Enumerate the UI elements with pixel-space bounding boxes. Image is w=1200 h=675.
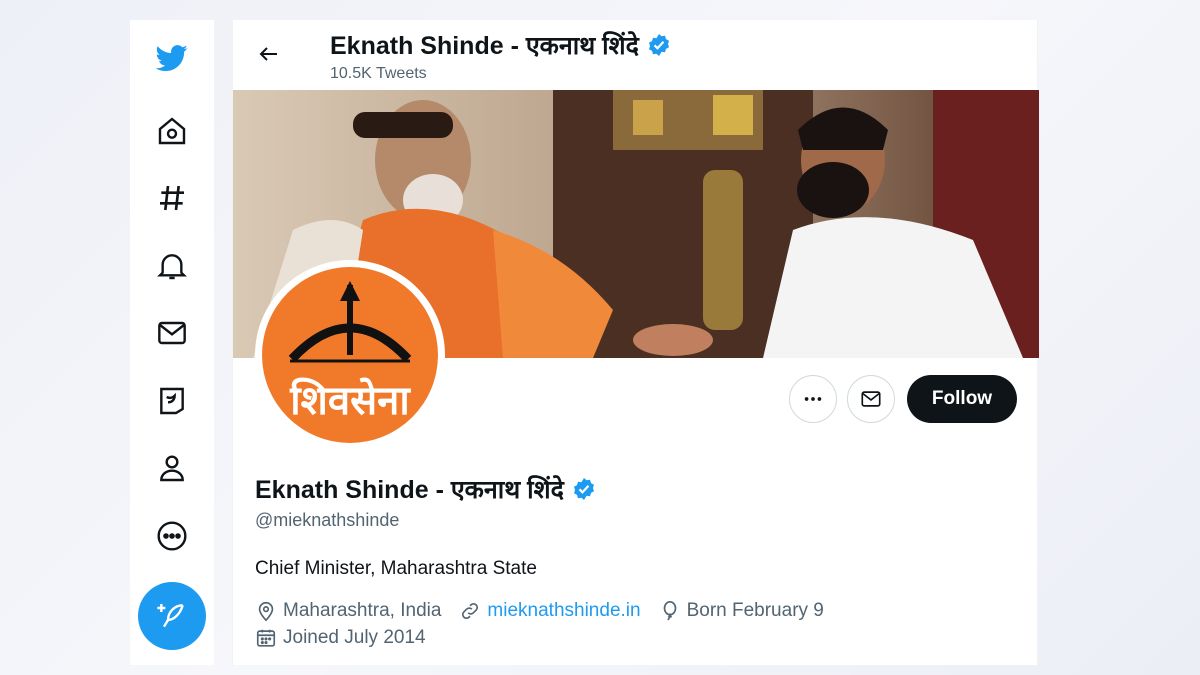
profile-name-row: Eknath Shinde - एकनाथ शिंदे [255, 472, 596, 506]
avatar-text: शिवसेना [290, 378, 410, 424]
location-text: Maharashtra, India [283, 600, 442, 621]
mail-icon [861, 391, 881, 407]
birthday: Born February 9 [659, 600, 824, 622]
profile-icon[interactable] [154, 450, 190, 486]
header-name: Eknath Shinde - एकनाथ शिंदे [330, 32, 639, 60]
website-link[interactable]: mieknathshinde.in [487, 600, 640, 622]
location: Maharashtra, India [255, 600, 441, 622]
verified-badge-icon [573, 478, 594, 500]
bell-icon[interactable] [154, 248, 190, 284]
bow-arrow-icon [288, 281, 412, 363]
profile-bio: Chief Minister, Maharashtra State [255, 558, 537, 579]
arrow-left-icon [259, 47, 277, 61]
website: mieknathshinde.in [459, 600, 641, 622]
link-icon [462, 602, 479, 620]
balloon-icon [663, 601, 676, 621]
compose-feather-icon [157, 604, 184, 628]
calendar-icon [256, 629, 276, 647]
profile-avatar[interactable]: शिवसेना [255, 260, 445, 450]
location-pin-icon [258, 601, 274, 622]
home-icon[interactable] [154, 113, 190, 149]
tweet-count: 10.5K Tweets [330, 65, 427, 82]
back-button[interactable] [255, 40, 283, 68]
mail-icon[interactable] [154, 315, 190, 351]
avatar-logo: शिवसेना [262, 267, 438, 443]
header-title: Eknath Shinde - एकनाथ शिंदे [330, 28, 671, 62]
profile-handle: @mieknathshinde [255, 510, 400, 530]
birthday-text: Born February 9 [686, 600, 824, 621]
twitter-logo-icon[interactable] [154, 40, 190, 76]
ellipsis-icon [804, 397, 822, 401]
profile-column: Eknath Shinde - एकनाथ शिंदे 10.5K Tweets [232, 20, 1039, 665]
more-circle-icon[interactable] [154, 518, 190, 554]
more-options-button[interactable] [789, 375, 837, 423]
hashtag-icon[interactable] [154, 180, 190, 216]
profile-meta: Maharashtra, India mieknathshinde.in Bor… [255, 600, 842, 622]
joined: Joined July 2014 [255, 627, 426, 649]
message-button[interactable] [847, 375, 895, 423]
profile-meta-joined: Joined July 2014 [255, 627, 444, 649]
follow-button[interactable]: Follow [907, 375, 1017, 423]
profile-name: Eknath Shinde - एकनाथ शिंदे [255, 476, 564, 504]
sidebar [130, 20, 214, 665]
compose-button[interactable] [138, 582, 206, 650]
twitter-blue-icon[interactable] [154, 383, 190, 419]
verified-badge-icon [648, 34, 669, 56]
joined-text: Joined July 2014 [283, 627, 426, 648]
